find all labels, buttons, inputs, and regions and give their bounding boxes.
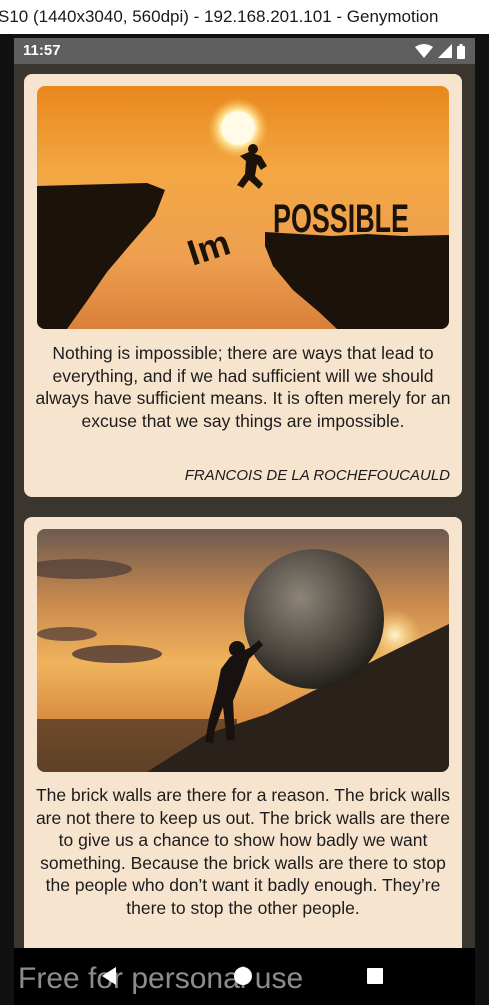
battery-icon <box>457 43 465 59</box>
back-icon[interactable] <box>98 964 122 988</box>
pushing-boulder-uphill-photo <box>37 529 449 772</box>
wifi-icon <box>415 44 433 58</box>
home-icon[interactable] <box>231 964 255 988</box>
status-time: 11:57 <box>23 42 61 59</box>
photo-possible-text: POSSIBLE <box>273 197 409 241</box>
phone-screen: 11:57 POSSIBLE Im Nothing is impossible;… <box>14 38 475 948</box>
svg-text:POSSIBLE: POSSIBLE <box>273 197 409 241</box>
quote-text: The brick walls are there for a reason. … <box>35 785 451 918</box>
quote-author: FRANCOIS DE LA ROCHEFOUCAULD <box>184 467 450 484</box>
quote-card[interactable]: POSSIBLE Im Nothing is impossible; there… <box>24 74 462 497</box>
cellular-signal-icon <box>438 44 452 58</box>
window-title: S10 (1440x3040, 560dpi) - 192.168.201.10… <box>0 0 489 34</box>
status-bar: 11:57 <box>14 38 475 64</box>
quote-text: Nothing is impossible; there are ways th… <box>35 343 451 431</box>
status-icons <box>415 42 465 60</box>
recents-icon[interactable] <box>363 964 387 988</box>
quote-card[interactable]: The brick walls are there for a reason. … <box>24 517 462 948</box>
navigation-bar <box>14 948 475 1005</box>
jumping-gap-impossible-photo: POSSIBLE Im <box>37 86 449 329</box>
